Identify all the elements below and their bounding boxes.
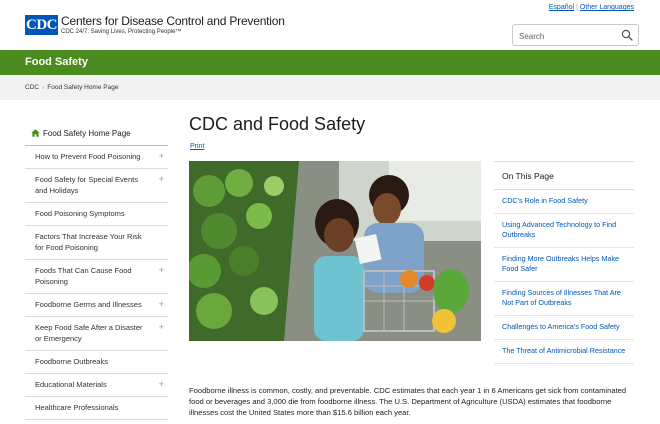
breadcrumb-separator: ›	[42, 84, 45, 91]
breadcrumb-item-food-safety-home[interactable]: Food Safety Home Page	[47, 84, 118, 91]
cdc-logo[interactable]: CDC Centers for Disease Control and Prev…	[25, 15, 285, 36]
on-this-page-link[interactable]: Using Advanced Technology to Find Outbre…	[494, 214, 634, 248]
language-links: Español | Other Languages	[549, 4, 634, 11]
org-tagline: CDC 24/7: Saving Lives, Protecting Peopl…	[61, 29, 182, 35]
sidebar-item-label: Food Safety for Special Events and Holid…	[35, 175, 138, 195]
print-link[interactable]: Print	[190, 143, 204, 150]
sidebar-item-label: Foods That Can Cause Food Poisoning	[35, 266, 132, 286]
expand-plus-icon[interactable]: +	[159, 151, 164, 161]
sidebar-item-label: Foodborne Outbreaks	[35, 357, 108, 366]
search-icon[interactable]	[621, 29, 633, 41]
page-title: CDC and Food Safety	[189, 114, 366, 134]
hero-image	[189, 161, 481, 341]
language-separator: |	[576, 4, 578, 11]
sidebar-item[interactable]: Educational Materials +	[25, 374, 168, 397]
left-nav: Food Safety Home Page How to Prevent Foo…	[25, 123, 168, 420]
sidebar-item[interactable]: Food Safety for Special Events and Holid…	[25, 169, 168, 203]
cdc-logo-mark: CDC	[25, 15, 58, 35]
expand-plus-icon[interactable]: +	[159, 379, 164, 389]
sidebar-item[interactable]: How to Prevent Food Poisoning +	[25, 146, 168, 169]
other-languages-link[interactable]: Other Languages	[580, 4, 634, 11]
sidebar-item[interactable]: Foodborne Germs and Illnesses +	[25, 294, 168, 317]
site-header: CDC Centers for Disease Control and Prev…	[0, 0, 660, 50]
on-this-page-link[interactable]: Finding Sources of Illnesses That Are No…	[494, 282, 634, 316]
expand-plus-icon[interactable]: +	[159, 265, 164, 275]
sidebar-item-label: Food Poisoning Symptoms	[35, 209, 125, 218]
breadcrumb: CDC › Food Safety Home Page	[0, 75, 660, 100]
home-icon	[31, 129, 40, 137]
sidebar-home-label: Food Safety Home Page	[43, 129, 131, 138]
cdc-logo-text: Centers for Disease Control and Preventi…	[61, 15, 285, 36]
expand-plus-icon[interactable]: +	[159, 174, 164, 184]
sidebar-item-label: Educational Materials	[35, 380, 107, 389]
breadcrumb-item-cdc[interactable]: CDC	[25, 84, 39, 91]
sidebar-item[interactable]: Food Poisoning Symptoms	[25, 203, 168, 226]
sidebar-item-label: Keep Food Safe After a Disaster or Emerg…	[35, 323, 143, 343]
intro-paragraph: Foodborne illness is common, costly, and…	[189, 386, 627, 417]
on-this-page-heading: On This Page	[494, 162, 634, 190]
espanol-link[interactable]: Español	[549, 4, 574, 11]
on-this-page-link[interactable]: Finding More Outbreaks Helps Make Food S…	[494, 248, 634, 282]
section-bar: Food Safety	[0, 50, 660, 75]
expand-plus-icon[interactable]: +	[159, 299, 164, 309]
org-name: Centers for Disease Control and Preventi…	[61, 14, 285, 28]
sidebar-item-label: Foodborne Germs and Illnesses	[35, 300, 142, 309]
sidebar-item-label: How to Prevent Food Poisoning	[35, 152, 141, 161]
on-this-page-link[interactable]: The Threat of Antimicrobial Resistance	[494, 340, 634, 364]
sidebar-item[interactable]: Foodborne Outbreaks	[25, 351, 168, 374]
on-this-page-box: On This Page CDC's Role in Food Safety U…	[494, 161, 634, 364]
section-title[interactable]: Food Safety	[25, 56, 88, 68]
on-this-page-link[interactable]: CDC's Role in Food Safety	[494, 190, 634, 214]
sidebar-item-home[interactable]: Food Safety Home Page	[25, 123, 168, 146]
sidebar-item[interactable]: Healthcare Professionals	[25, 397, 168, 420]
sidebar-item[interactable]: Foods That Can Cause Food Poisoning +	[25, 260, 168, 294]
sidebar-item[interactable]: Factors That Increase Your Risk for Food…	[25, 226, 168, 260]
search-box[interactable]	[512, 24, 639, 46]
sidebar-item[interactable]: Keep Food Safe After a Disaster or Emerg…	[25, 317, 168, 351]
search-input[interactable]	[519, 30, 619, 42]
expand-plus-icon[interactable]: +	[159, 322, 164, 332]
on-this-page-link[interactable]: Challenges to America's Food Safety	[494, 316, 634, 340]
sidebar-item-label: Factors That Increase Your Risk for Food…	[35, 232, 142, 252]
sidebar-item-label: Healthcare Professionals	[35, 403, 119, 412]
